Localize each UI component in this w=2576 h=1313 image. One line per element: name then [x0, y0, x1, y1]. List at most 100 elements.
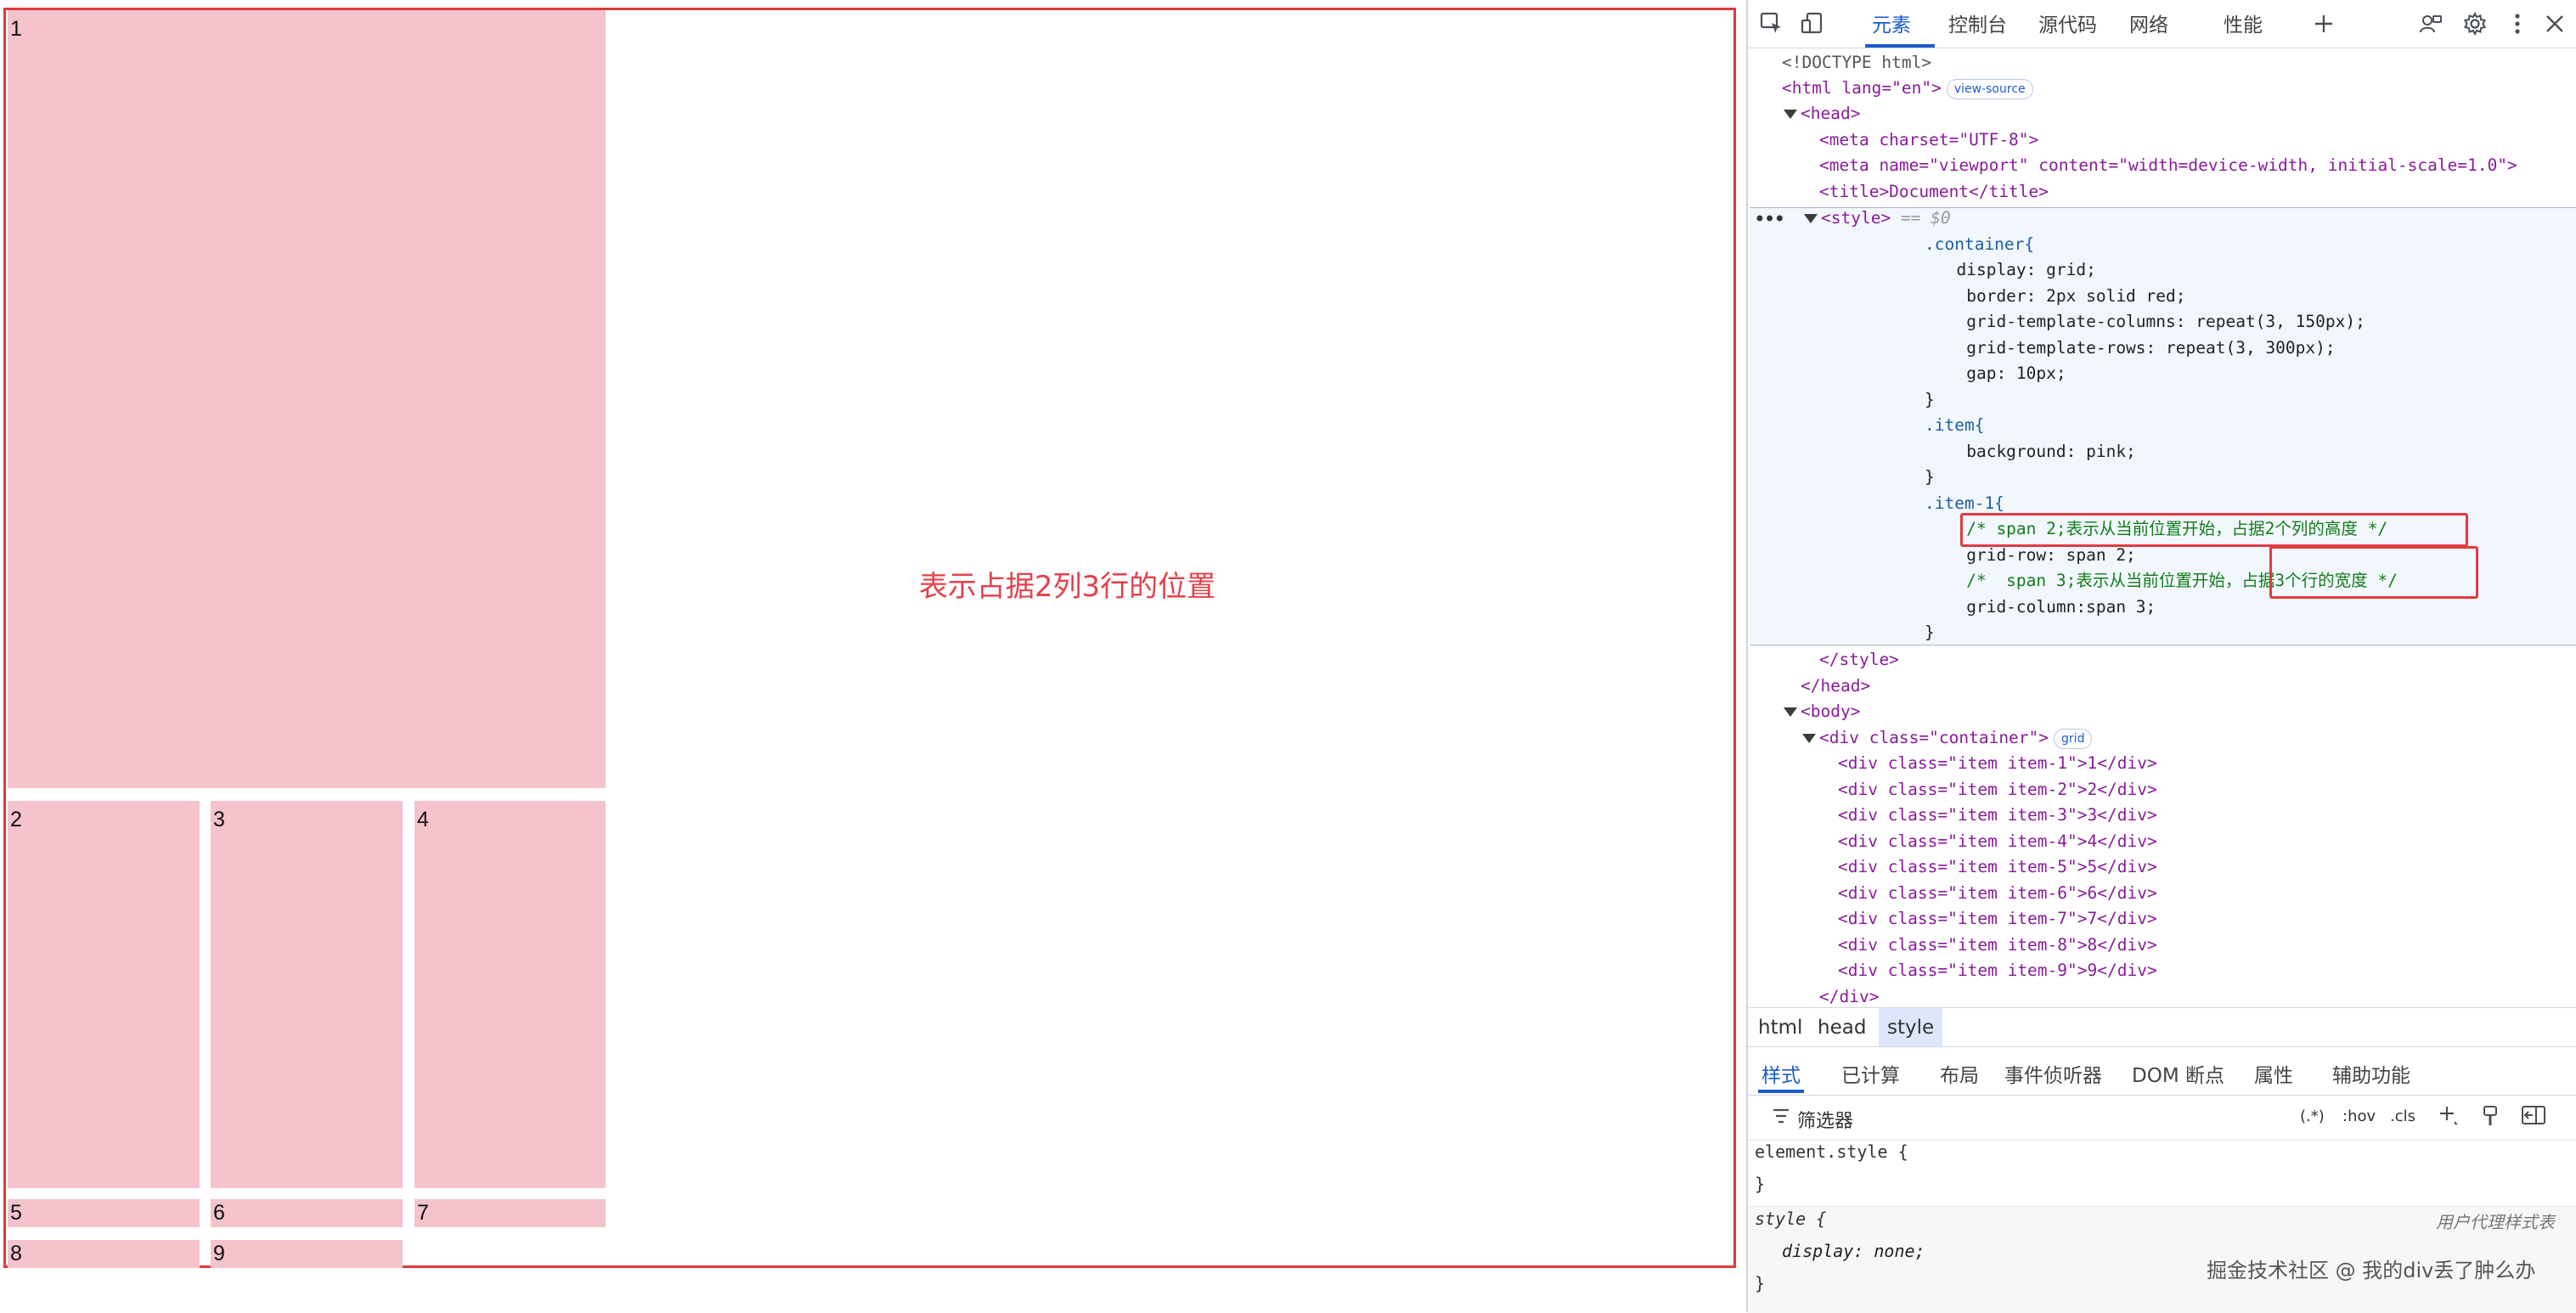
breadcrumb-head[interactable]: head	[1809, 1008, 1874, 1047]
user-agent-stylesheet-label: 用户代理样式表	[2436, 1212, 2555, 1232]
view-source-badge[interactable]: view-source	[1946, 78, 2033, 99]
tab-dom-breakpoints[interactable]: DOM 断点	[2132, 1059, 2224, 1088]
css-line-3: border: 2px solid red;	[1936, 286, 2186, 306]
grid-item-1: 1	[8, 10, 606, 788]
close-devtools-icon[interactable]	[2538, 7, 2572, 41]
dom-node-item[interactable]: <div class="item item-3">3</div>	[1838, 803, 2157, 828]
grid-item-3: 3	[211, 801, 403, 1188]
tab-console[interactable]: 控制台	[1948, 8, 2007, 37]
grid-badge[interactable]: grid	[2054, 728, 2093, 749]
style-selector: style {	[1755, 1209, 1827, 1229]
tab-elements[interactable]: 元素	[1872, 8, 1911, 37]
grid-item-5: 5	[8, 1199, 200, 1227]
dom-node-meta-viewport[interactable]: <meta name="viewport" content="width=dev…	[1819, 153, 2517, 178]
new-rule-plus-icon[interactable]	[2438, 1104, 2460, 1131]
more-tabs-plus-icon[interactable]	[2307, 7, 2341, 41]
devtools-panel: 元素 控制台 源代码 网络 性能 <!DOCTYPE html> <html l…	[1746, 0, 2576, 1313]
grid-item-2: 2	[8, 801, 200, 1188]
item-label: 8	[10, 1242, 22, 1265]
inspect-element-icon[interactable]	[1755, 7, 1789, 41]
dom-node-container[interactable]: <div class="container"> grid	[1802, 725, 2093, 751]
dom-node-doctype[interactable]: <!DOCTYPE html>	[1782, 50, 1931, 76]
dom-node-item[interactable]: <div class="item item-1">1</div>	[1838, 751, 2157, 776]
styles-subtabs: 样式 已计算 布局 事件侦听器 DOM 断点 属性 辅助功能	[1748, 1046, 2576, 1096]
css-line-1: .container{	[1925, 234, 2035, 254]
dom-node-item[interactable]: <div class="item item-8">8</div>	[1838, 933, 2157, 958]
dom-node-html[interactable]: <html lang="en"> view-source	[1782, 76, 2033, 101]
dom-node-head-close[interactable]: </head>	[1801, 673, 1870, 699]
grid-item-6: 6	[211, 1199, 403, 1227]
hov-toggle[interactable]: :hov	[2342, 1107, 2376, 1125]
selected-style-node[interactable]: ••• <style> == $0 .container{ display: g…	[1750, 207, 2576, 645]
item-label: 3	[213, 808, 225, 831]
customize-issues-icon[interactable]	[2414, 7, 2448, 41]
rule-close-brace: }	[1755, 1273, 1766, 1293]
dom-node-item[interactable]: <div class="item item-4">4</div>	[1838, 829, 2157, 854]
watermark-text: 掘金技术社区 @ 我的div丢了肿么办	[2207, 1259, 2536, 1282]
dom-node-item[interactable]: <div class="item item-2">2</div>	[1838, 777, 2157, 803]
dom-node-container-close[interactable]: </div>	[1819, 984, 1879, 1010]
paint-brush-icon[interactable]	[2480, 1104, 2500, 1133]
settings-gear-icon[interactable]	[2458, 7, 2492, 41]
tab-accessibility[interactable]: 辅助功能	[2332, 1059, 2410, 1088]
css-line-5: grid-template-rows: repeat(3, 300px);	[1936, 338, 2336, 358]
css-line-7: }	[1925, 390, 1935, 409]
dom-node-style[interactable]: <style> == $0	[1804, 206, 1951, 231]
regex-toggle[interactable]: (.*)	[2300, 1107, 2325, 1125]
tab-event-listeners[interactable]: 事件侦听器	[2004, 1059, 2102, 1088]
rule-close-brace: }	[1755, 1174, 1766, 1194]
dom-node-item[interactable]: <div class="item item-7">7</div>	[1838, 906, 2157, 932]
breadcrumb-style[interactable]: style	[1879, 1008, 1943, 1047]
toggle-sidebar-icon[interactable]	[2521, 1104, 2546, 1131]
more-options-icon[interactable]	[2500, 7, 2534, 41]
tab-styles[interactable]: 样式	[1761, 1059, 1801, 1088]
item-label: 6	[213, 1201, 225, 1225]
dom-node-item[interactable]: <div class="item item-5">5</div>	[1838, 854, 2157, 880]
item-label: 5	[10, 1201, 22, 1225]
element-style-rule[interactable]: element.style {	[1755, 1141, 1908, 1162]
display-none-declaration: display: none;	[1782, 1241, 1925, 1261]
css-line-4: grid-template-columns: repeat(3, 150px);	[1936, 312, 2365, 331]
expand-triangle-icon[interactable]	[1784, 707, 1797, 717]
item-label: 2	[10, 808, 22, 831]
filter-input[interactable]: 筛选器	[1797, 1106, 1853, 1133]
breadcrumb-html[interactable]: html	[1750, 1008, 1811, 1047]
css-line-9: background: pink;	[1936, 442, 2136, 461]
dom-node-body[interactable]: <body>	[1784, 699, 1860, 724]
dom-node-style-close[interactable]: </style>	[1819, 647, 1899, 673]
expand-triangle-icon[interactable]	[1802, 734, 1816, 743]
annotation-text: 表示占据2列3行的位置	[919, 570, 1216, 604]
device-toolbar-icon[interactable]	[1795, 7, 1829, 41]
css-line-2: display: grid;	[1936, 260, 2096, 279]
dom-node-item[interactable]: <div class="item item-6">6</div>	[1838, 881, 2157, 906]
tab-computed[interactable]: 已计算	[1841, 1059, 1900, 1088]
tab-network[interactable]: 网络	[2129, 8, 2168, 37]
dom-node-item[interactable]: <div class="item item-9">9</div>	[1838, 958, 2157, 983]
collapse-triangle-icon[interactable]	[1804, 214, 1818, 223]
ellipsis-icon[interactable]: •••	[1755, 206, 1784, 232]
css-line-8: .item{	[1925, 415, 1985, 435]
devtools-toolbar: 元素 控制台 源代码 网络 性能	[1748, 0, 2576, 48]
tab-sources[interactable]: 源代码	[2038, 8, 2097, 37]
item-label: 1	[10, 17, 22, 41]
active-subtab-indicator	[1758, 1090, 1804, 1093]
cls-toggle[interactable]: .cls	[2390, 1107, 2415, 1125]
filter-icon	[1772, 1107, 1790, 1130]
grid-item-7: 7	[414, 1199, 606, 1227]
dom-node-head[interactable]: <head>	[1784, 101, 1860, 127]
styles-pane: element.style { } style { 用户代理样式表 displa…	[1748, 1140, 2576, 1313]
styles-filter-bar: 筛选器 (.*) :hov .cls	[1748, 1094, 2576, 1141]
dom-node-title[interactable]: <title>Document</title>	[1819, 179, 2049, 205]
highlight-box-comment-1	[1960, 513, 2468, 547]
item-label: 4	[417, 808, 429, 831]
tab-properties[interactable]: 属性	[2254, 1059, 2293, 1088]
grid-item-8: 8	[8, 1240, 200, 1268]
grid-container: 1 2 3 4 5 6 7 8 9	[3, 8, 1736, 1268]
item-label: 9	[213, 1242, 225, 1265]
dom-node-meta-charset[interactable]: <meta charset="UTF-8">	[1819, 127, 2038, 153]
grid-item-9: 9	[211, 1240, 403, 1268]
expand-triangle-icon[interactable]	[1784, 110, 1797, 119]
css-line-10: }	[1925, 467, 1935, 487]
tab-layout[interactable]: 布局	[1940, 1059, 1979, 1088]
tab-performance[interactable]: 性能	[2224, 8, 2263, 37]
